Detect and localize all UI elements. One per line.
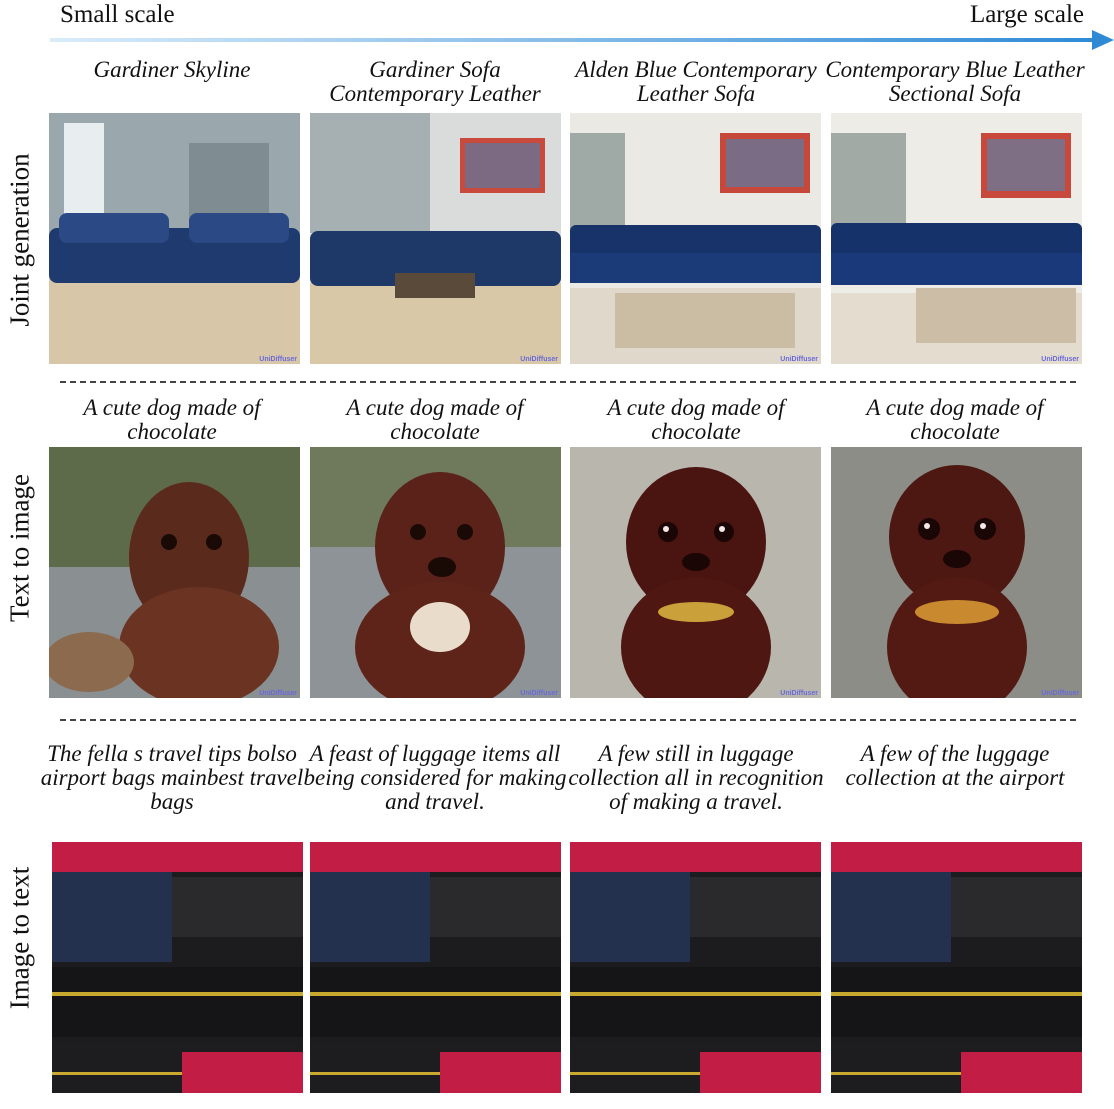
caption-joint-4: Contemporary Blue Leather Sectional Sofa bbox=[825, 57, 1085, 106]
dog-image-4: UniDiffuser bbox=[831, 447, 1082, 698]
watermark-text: UniDiffuser bbox=[780, 690, 818, 697]
caption-text2img-3: A cute dog made of chocolate bbox=[607, 395, 785, 444]
caption-text2img-2: A cute dog made of chocolate bbox=[346, 395, 524, 444]
row-divider-1 bbox=[60, 381, 1076, 383]
sofa-image-1: UniDiffuser bbox=[49, 113, 300, 364]
watermark-text: UniDiffuser bbox=[1041, 690, 1079, 697]
row-label-joint-generation: Joint generation bbox=[4, 153, 35, 327]
caption-img2text-1: The fella s travel tips bolso airport ba… bbox=[40, 741, 304, 814]
caption-joint-2: Gardiner Sofa Contemporary Leather bbox=[329, 57, 541, 106]
watermark-text: UniDiffuser bbox=[520, 690, 558, 697]
row-divider-2 bbox=[60, 719, 1076, 721]
sofa-image-4: UniDiffuser bbox=[831, 113, 1082, 364]
watermark-text: UniDiffuser bbox=[259, 690, 297, 697]
caption-joint-1: Gardiner Skyline bbox=[93, 57, 251, 82]
caption-img2text-3: A few still in luggage collection all in… bbox=[568, 741, 824, 814]
dog-image-1: UniDiffuser bbox=[49, 447, 300, 698]
row-label-image-to-text: Image to text bbox=[4, 866, 35, 1010]
luggage-image-3 bbox=[570, 842, 821, 1093]
caption-img2text-2: A feast of luggage items all being consi… bbox=[303, 741, 567, 814]
sofa-image-2: UniDiffuser bbox=[310, 113, 561, 364]
caption-img2text-4: A few of the luggage collection at the a… bbox=[845, 741, 1065, 790]
caption-text2img-4: A cute dog made of chocolate bbox=[866, 395, 1044, 444]
dog-image-3: UniDiffuser bbox=[570, 447, 821, 698]
sofa-image-3: UniDiffuser bbox=[570, 113, 821, 364]
scale-arrow bbox=[50, 30, 1114, 50]
luggage-image-4 bbox=[831, 842, 1082, 1093]
watermark-text: UniDiffuser bbox=[780, 356, 818, 363]
dog-image-2: UniDiffuser bbox=[310, 447, 561, 698]
watermark-text: UniDiffuser bbox=[520, 356, 558, 363]
row-label-text-to-image: Text to image bbox=[4, 473, 35, 623]
watermark-text: UniDiffuser bbox=[1041, 356, 1079, 363]
watermark-text: UniDiffuser bbox=[259, 356, 297, 363]
luggage-image-2 bbox=[310, 842, 561, 1093]
luggage-image-1 bbox=[52, 842, 303, 1093]
caption-joint-3: Alden Blue Contemporary Leather Sofa bbox=[575, 57, 817, 106]
caption-text2img-1: A cute dog made of chocolate bbox=[83, 395, 261, 444]
